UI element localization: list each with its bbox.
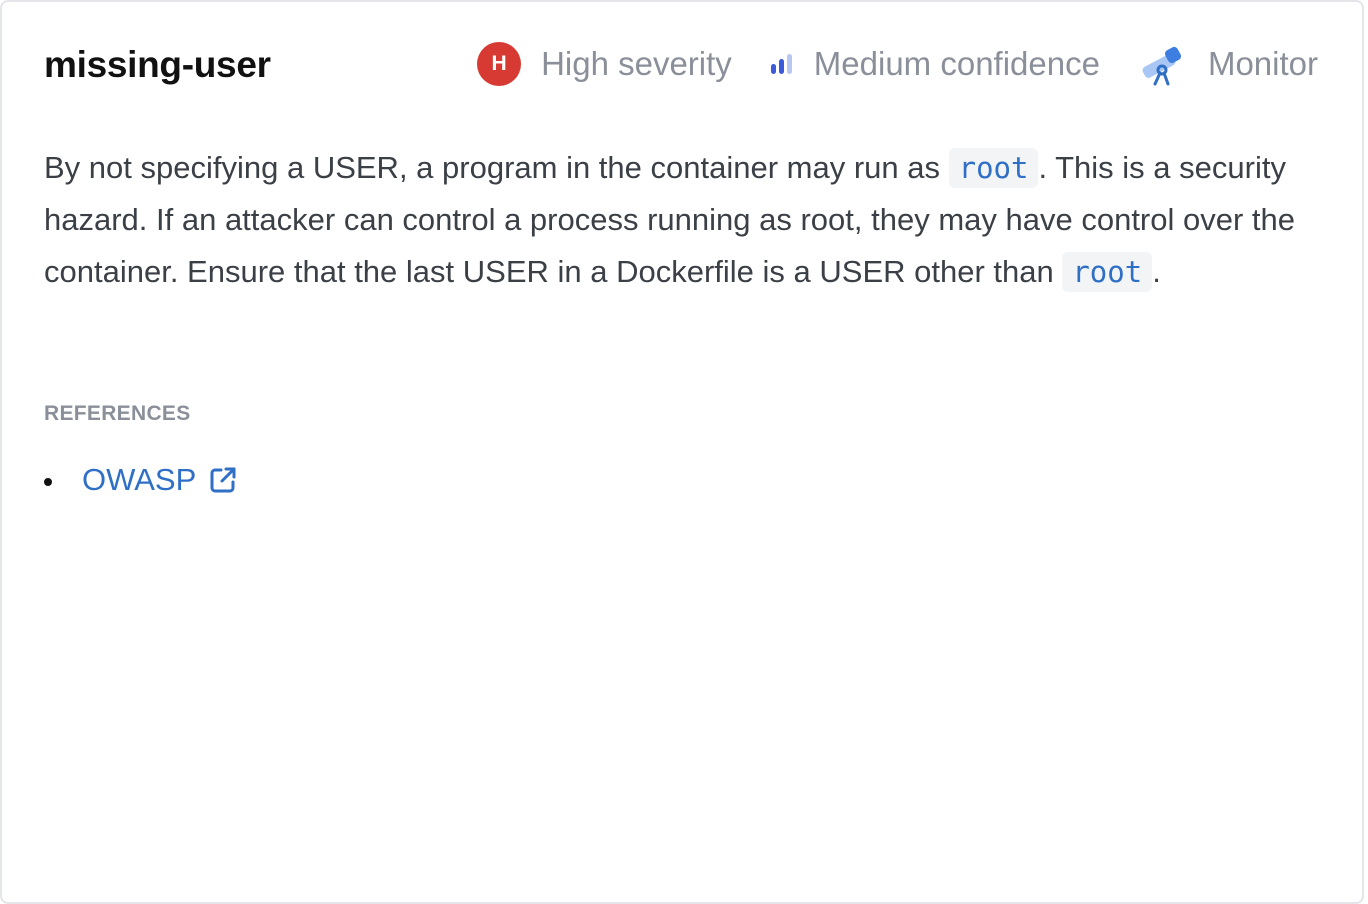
severity-label: High severity [541, 45, 732, 82]
list-item: OWASP [44, 460, 238, 500]
confidence-indicator: Medium confidence [770, 45, 1100, 83]
signal-bars-icon [770, 53, 794, 75]
reference-link-label: OWASP [82, 462, 197, 497]
rule-name: missing-user [44, 44, 271, 85]
references-heading: REFERENCES [44, 402, 191, 425]
external-link-icon [208, 465, 238, 495]
mode-indicator: Monitor [1138, 42, 1318, 86]
code-snippet: root [1062, 252, 1153, 292]
rule-meta: H High severity Medium confidence Monito… [477, 42, 1318, 86]
telescope-icon [1138, 42, 1186, 86]
references-list: OWASP [44, 460, 238, 500]
description-text: . [1152, 254, 1161, 289]
severity-indicator: H High severity [477, 42, 732, 86]
confidence-label: Medium confidence [813, 45, 1100, 82]
bullet-icon [44, 478, 52, 486]
rule-description: By not specifying a USER, a program in t… [44, 142, 1334, 298]
severity-badge: H [477, 42, 522, 86]
reference-link-owasp[interactable]: OWASP [82, 462, 238, 498]
code-snippet: root [948, 148, 1039, 188]
mode-label: Monitor [1207, 45, 1318, 82]
description-text: By not specifying a USER, a program in t… [44, 150, 949, 185]
rule-details-card: missing-user H High severity Medium conf… [0, 0, 1364, 904]
